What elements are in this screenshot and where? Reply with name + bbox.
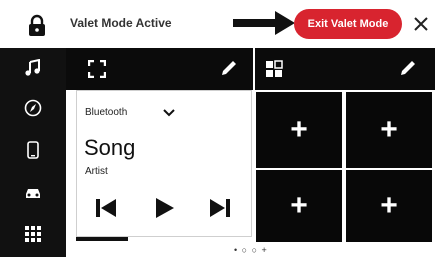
phone-icon[interactable] xyxy=(23,140,43,160)
fullscreen-icon[interactable] xyxy=(88,60,106,78)
car-icon[interactable] xyxy=(23,182,43,202)
edit-pencil-icon[interactable] xyxy=(399,59,417,77)
lock-icon xyxy=(29,14,45,36)
top-bar: Valet Mode Active Exit Valet Mode xyxy=(0,0,443,48)
media-player-card: Bluetooth Song Artist xyxy=(76,90,252,237)
apps-grid-icon[interactable] xyxy=(23,224,43,244)
previous-track-icon[interactable] xyxy=(93,195,119,221)
exit-valet-mode-button[interactable]: Exit Valet Mode xyxy=(294,9,402,39)
song-title: Song xyxy=(84,135,136,160)
artist-name: Artist xyxy=(85,166,108,177)
page-indicator[interactable]: • ○ ○ + xyxy=(234,245,268,255)
arrow-right-icon xyxy=(233,11,295,35)
add-shortcut-tile[interactable]: + xyxy=(256,170,342,242)
add-shortcut-tile[interactable]: + xyxy=(256,92,342,168)
edit-pencil-icon[interactable] xyxy=(220,59,238,77)
navigation-icon[interactable] xyxy=(23,98,43,118)
add-shortcut-tile[interactable]: + xyxy=(346,170,432,242)
plus-icon: + xyxy=(380,113,398,146)
shortcut-panel-header xyxy=(255,48,435,90)
music-note-icon[interactable] xyxy=(23,58,43,78)
playback-progress-bar[interactable] xyxy=(76,237,128,241)
next-track-icon[interactable] xyxy=(207,195,233,221)
play-icon[interactable] xyxy=(151,195,177,221)
audio-source-label[interactable]: Bluetooth xyxy=(85,107,127,118)
close-icon[interactable] xyxy=(414,17,428,31)
plus-icon: + xyxy=(290,189,308,222)
plus-icon: + xyxy=(380,189,398,222)
layout-grid-icon[interactable] xyxy=(265,60,283,78)
valet-mode-title: Valet Mode Active xyxy=(70,16,172,30)
chevron-down-icon[interactable] xyxy=(163,109,175,117)
sidebar xyxy=(0,48,66,257)
media-panel-header xyxy=(66,48,253,90)
add-shortcut-tile[interactable]: + xyxy=(346,92,432,168)
plus-icon: + xyxy=(290,113,308,146)
